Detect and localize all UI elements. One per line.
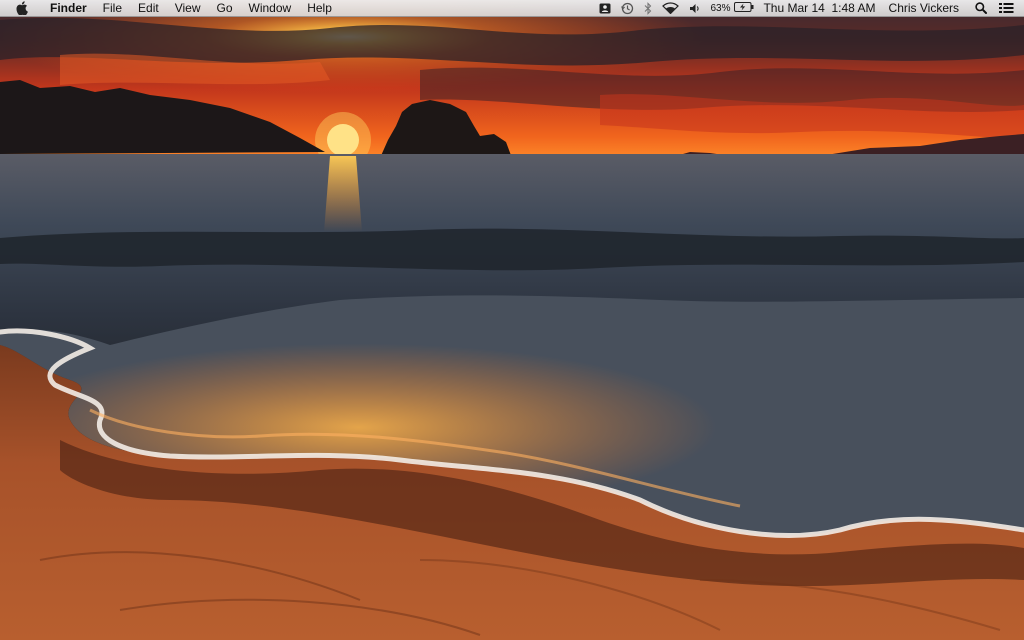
menu-bar-left: Finder File Edit View Go Window Help — [0, 0, 340, 16]
menu-window[interactable]: Window — [241, 0, 300, 17]
battery-percent: 63% — [710, 2, 731, 14]
menu-file[interactable]: File — [95, 0, 130, 17]
contacts-icon[interactable] — [594, 0, 616, 16]
menu-edit[interactable]: Edit — [130, 0, 167, 17]
battery-status[interactable]: 63% — [706, 0, 758, 16]
wifi-icon[interactable] — [657, 0, 684, 16]
spotlight-search-icon[interactable] — [967, 0, 995, 16]
bluetooth-icon[interactable] — [639, 0, 657, 16]
menu-view[interactable]: View — [167, 0, 209, 17]
battery-charging-icon — [734, 1, 754, 15]
menu-clock[interactable]: Thu Mar 14 1:48 AM — [758, 0, 880, 17]
apple-icon[interactable] — [12, 0, 32, 16]
menu-help[interactable]: Help — [299, 0, 340, 17]
time-machine-icon[interactable] — [616, 0, 639, 16]
desktop: Finder File Edit View Go Window Help 63%… — [0, 0, 1024, 640]
menu-bar-status-area: 63% Thu Mar 14 1:48 AM Chris Vickers — [594, 0, 1024, 16]
sunset-beach-wallpaper — [0, 0, 1024, 640]
menu-go[interactable]: Go — [209, 0, 241, 17]
fast-user-switch-menu[interactable]: Chris Vickers — [881, 0, 967, 17]
volume-icon[interactable] — [684, 0, 706, 16]
notification-center-icon[interactable] — [995, 0, 1018, 16]
menu-bar: Finder File Edit View Go Window Help 63%… — [0, 0, 1024, 17]
menu-app-finder[interactable]: Finder — [42, 0, 95, 17]
